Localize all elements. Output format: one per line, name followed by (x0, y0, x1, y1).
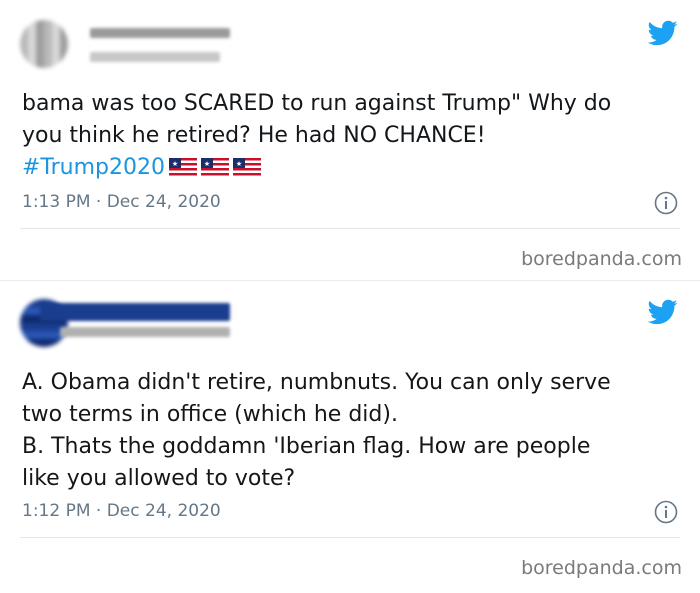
divider (20, 537, 680, 538)
info-icon[interactable] (654, 500, 678, 524)
tweet-card-2: A. Obama didn't retire, numbnuts. You ca… (0, 280, 700, 593)
tweet-card-1: bama was too SCARED to run against Trump… (0, 0, 700, 280)
twitter-bird-icon[interactable] (646, 297, 680, 327)
flag-icon: ★ (201, 158, 230, 178)
svg-text:★: ★ (236, 160, 242, 168)
watermark: boredpanda.com (521, 248, 682, 270)
tweet-timestamp[interactable]: 1:12 PM · Dec 24, 2020 (22, 501, 221, 521)
tweet-timestamp[interactable]: 1:13 PM · Dec 24, 2020 (22, 192, 221, 212)
blurred-display-name (90, 28, 230, 38)
blurred-display-name (40, 303, 230, 321)
avatar[interactable] (20, 20, 68, 68)
blurred-username (60, 327, 230, 337)
watermark: boredpanda.com (521, 557, 682, 579)
tweet-text: A. Obama didn't retire, numbnuts. You ca… (22, 370, 611, 491)
flag-icon: ★ (169, 158, 198, 178)
divider (20, 228, 680, 229)
svg-text:★: ★ (204, 160, 210, 168)
svg-text:★: ★ (172, 160, 178, 168)
hashtag-line: #Trump2020 ★ ★ ★ (22, 152, 676, 184)
blurred-username (90, 52, 220, 62)
twitter-bird-icon[interactable] (646, 18, 680, 48)
hashtag-link[interactable]: #Trump2020 (22, 152, 165, 184)
tweet-text: bama was too SCARED to run against Trump… (22, 91, 612, 148)
flag-icon: ★ (233, 158, 262, 178)
info-icon[interactable] (654, 191, 678, 215)
